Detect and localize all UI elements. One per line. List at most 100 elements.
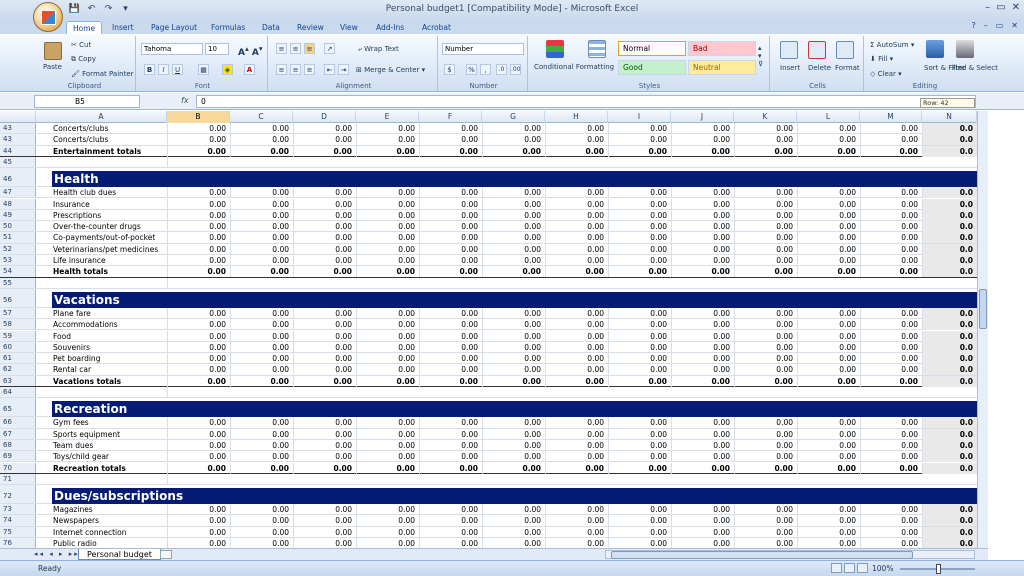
- cell-value[interactable]: 0.00: [482, 145, 545, 157]
- cell-value[interactable]: 0.00: [293, 198, 356, 210]
- tab-data[interactable]: Data: [256, 21, 286, 34]
- cell-value[interactable]: 0.0: [922, 364, 977, 376]
- cell-value[interactable]: 0.00: [482, 375, 545, 387]
- cell-value[interactable]: 0.00: [608, 375, 671, 387]
- cell-value[interactable]: 0.00: [860, 428, 922, 440]
- cell-value[interactable]: 0.00: [671, 209, 734, 221]
- column-header-h[interactable]: H: [545, 111, 608, 123]
- column-header-g[interactable]: G: [482, 111, 545, 123]
- cell-value[interactable]: 0.00: [545, 526, 608, 538]
- row-number[interactable]: 59: [0, 330, 36, 341]
- row-label[interactable]: Prescriptions: [53, 210, 101, 221]
- cell-value[interactable]: 0.00: [419, 266, 482, 278]
- cell-value[interactable]: 0.00: [482, 504, 545, 516]
- cell-value[interactable]: 0.00: [293, 266, 356, 278]
- cell-value[interactable]: 0.00: [734, 462, 797, 474]
- cell-value[interactable]: 0.00: [671, 255, 734, 266]
- cell-value[interactable]: 0.00: [734, 504, 797, 516]
- number-format-select[interactable]: Number: [442, 43, 524, 55]
- cell-value[interactable]: 0.0: [922, 439, 977, 451]
- cell-value[interactable]: 0.00: [608, 341, 671, 353]
- cell-value[interactable]: 0.00: [608, 538, 671, 548]
- cell-value[interactable]: 0.00: [545, 341, 608, 353]
- column-header-k[interactable]: K: [734, 111, 797, 123]
- cell-value[interactable]: 0.00: [608, 417, 671, 429]
- cell-value[interactable]: 0.00: [230, 504, 293, 516]
- cell-value[interactable]: 0.00: [860, 417, 922, 429]
- worksheet-grid[interactable]: ABCDEFGHIJKLMN 43 Concerts/clubs 0.00 0.00 0…: [0, 111, 977, 548]
- tab-acrobat[interactable]: Acrobat: [416, 21, 457, 34]
- row-number[interactable]: 57: [0, 307, 36, 319]
- row-label[interactable]: Magazines: [53, 504, 93, 515]
- cell-value[interactable]: 0.00: [734, 364, 797, 376]
- cell-value[interactable]: 0.00: [608, 515, 671, 527]
- cell-value[interactable]: 0.00: [608, 439, 671, 451]
- cell-value[interactable]: 0.00: [230, 123, 293, 134]
- cell-value[interactable]: 0.00: [356, 504, 419, 516]
- cell-value[interactable]: 0.0: [922, 451, 977, 463]
- cell-value[interactable]: 0.00: [167, 504, 230, 516]
- cell-value[interactable]: 0.00: [230, 375, 293, 387]
- cell-value[interactable]: 0.00: [167, 221, 230, 233]
- cell-value[interactable]: 0.00: [734, 439, 797, 451]
- cell-value[interactable]: 0.00: [482, 439, 545, 451]
- cell-value[interactable]: 0.00: [293, 330, 356, 342]
- comma-button[interactable]: ,: [480, 64, 491, 75]
- cell-value[interactable]: 0.00: [482, 198, 545, 210]
- cell-value[interactable]: 0.0: [922, 145, 977, 157]
- column-header-c[interactable]: C: [230, 111, 293, 123]
- row-number[interactable]: 47: [0, 187, 36, 198]
- cell-value[interactable]: 0.00: [293, 134, 356, 146]
- cell-value[interactable]: 0.00: [671, 123, 734, 134]
- conditional-formatting-button[interactable]: Conditional Formatting: [534, 63, 614, 71]
- cell-value[interactable]: 0.00: [356, 145, 419, 157]
- clear-button[interactable]: ◇ Clear ▾: [870, 70, 902, 78]
- select-all-corner[interactable]: [0, 111, 36, 123]
- cell-value[interactable]: 0.00: [608, 232, 671, 244]
- cell-value[interactable]: 0.00: [860, 134, 922, 146]
- cell-value[interactable]: 0.00: [860, 451, 922, 463]
- cell-value[interactable]: 0.00: [482, 341, 545, 353]
- cell-value[interactable]: 0.00: [797, 319, 860, 331]
- cell-value[interactable]: 0.00: [671, 375, 734, 387]
- cell-value[interactable]: 0.00: [860, 330, 922, 342]
- zoom-slider[interactable]: [900, 564, 975, 574]
- format-painter-button[interactable]: 🖌 Format Painter: [71, 70, 134, 78]
- cell-value[interactable]: 0.0: [922, 221, 977, 233]
- row-number[interactable]: 69: [0, 451, 36, 462]
- column-header-e[interactable]: E: [356, 111, 419, 123]
- row-number[interactable]: 45: [0, 156, 36, 168]
- cell-value[interactable]: 0.00: [167, 375, 230, 387]
- cell-value[interactable]: 0.00: [419, 526, 482, 538]
- cell-value[interactable]: 0.00: [419, 243, 482, 255]
- cell-value[interactable]: 0.00: [860, 243, 922, 255]
- cell-value[interactable]: 0.00: [608, 187, 671, 199]
- tab-formulas[interactable]: Formulas: [205, 21, 251, 34]
- cell-value[interactable]: 0.00: [671, 198, 734, 210]
- cell-value[interactable]: 0.00: [419, 209, 482, 221]
- cell-value[interactable]: 0.00: [860, 462, 922, 474]
- style-good[interactable]: Good: [618, 60, 686, 75]
- cell-value[interactable]: 0.00: [293, 341, 356, 353]
- cell-value[interactable]: 0.00: [482, 451, 545, 463]
- cell-value[interactable]: 0.00: [419, 330, 482, 342]
- close-icon[interactable]: ✕: [1012, 2, 1020, 13]
- style-normal[interactable]: Normal: [618, 41, 686, 56]
- cell-value[interactable]: 0.00: [734, 209, 797, 221]
- cell-value[interactable]: 0.00: [356, 538, 419, 548]
- section-header[interactable]: Vacations: [52, 291, 977, 308]
- row-label[interactable]: Health totals: [53, 266, 108, 277]
- insert-sheet-icon[interactable]: [160, 550, 172, 559]
- cell-value[interactable]: 0.00: [860, 526, 922, 538]
- cell-value[interactable]: 0.00: [545, 187, 608, 199]
- cell-value[interactable]: 0.00: [293, 243, 356, 255]
- insert-button[interactable]: Insert: [780, 64, 800, 72]
- cell-value[interactable]: 0.00: [293, 187, 356, 199]
- row-label[interactable]: Pet boarding: [53, 353, 100, 364]
- cell-value[interactable]: 0.00: [671, 526, 734, 538]
- cell-value[interactable]: 0.00: [167, 341, 230, 353]
- cell-value[interactable]: 0.00: [797, 375, 860, 387]
- insert-function-icon[interactable]: fx: [181, 96, 189, 105]
- cell-value[interactable]: 0.00: [293, 364, 356, 376]
- cell-value[interactable]: 0.00: [482, 330, 545, 342]
